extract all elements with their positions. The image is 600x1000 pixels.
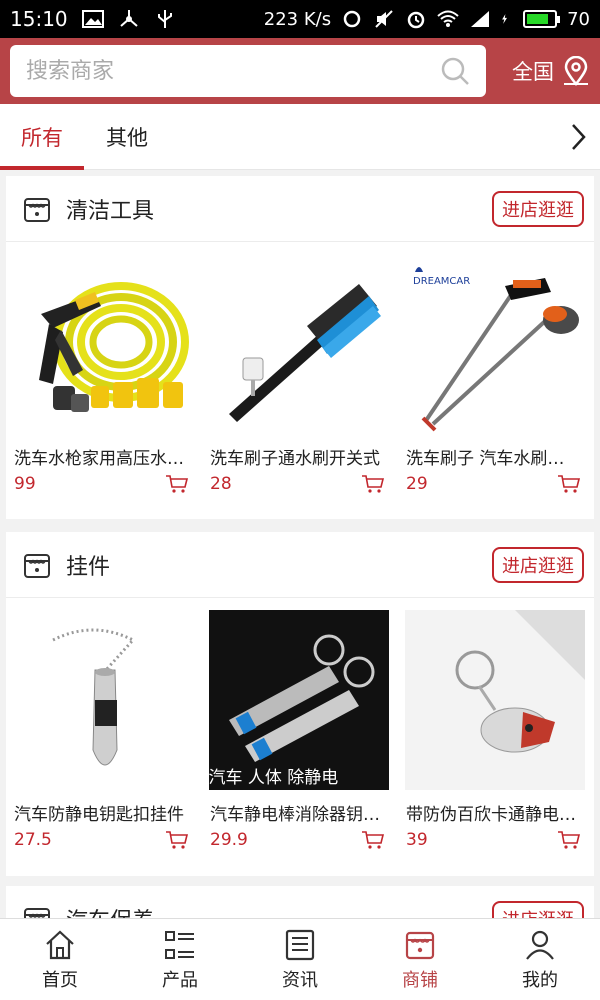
- shop-header[interactable]: 汽车保养 进店逛逛: [6, 886, 594, 918]
- tab-stores[interactable]: 商铺: [360, 919, 480, 1000]
- shop-name: 挂件: [66, 554, 111, 580]
- store-icon: [24, 907, 50, 918]
- product-price: 99: [14, 474, 36, 494]
- chevron-right-icon: [572, 123, 586, 150]
- product-image[interactable]: [13, 254, 193, 434]
- svg-text:DREAMCAR: DREAMCAR: [413, 276, 470, 287]
- product-price: 29.9: [210, 830, 248, 850]
- shop-name: 清洁工具: [66, 198, 155, 224]
- tab-label: 产品: [162, 969, 198, 991]
- network-speed: 223 K/s: [263, 8, 332, 30]
- wifi-icon: [437, 10, 459, 27]
- tabs-more-button[interactable]: [556, 104, 600, 170]
- product-card[interactable]: 汽车 人体 除静电 汽车静电棒消除器钥匙扣 29.9: [202, 598, 395, 851]
- search-header: 全国: [0, 38, 600, 104]
- bottom-tab-bar: 首页 产品 资讯 商铺 我的: [0, 918, 600, 1000]
- shop-name: 汽车保养: [66, 903, 154, 919]
- tab-label: 首页: [42, 969, 78, 991]
- signal-icon: [471, 11, 490, 27]
- product-row: 汽车防静电钥匙扣挂件 27.5 汽车 人体 除静电 汽车静电棒消除器钥匙扣 29…: [6, 598, 594, 851]
- tab-label: 资讯: [282, 969, 318, 991]
- cart-icon[interactable]: [557, 474, 581, 494]
- enter-shop-button[interactable]: 进店逛逛: [492, 900, 584, 918]
- usb-icon: [157, 10, 172, 28]
- category-tabs: 所有 其他: [0, 104, 600, 170]
- list-icon: [165, 930, 194, 959]
- share-icon: [119, 10, 138, 27]
- battery-icon: [523, 10, 561, 28]
- shop-card: 清洁工具 进店逛逛 洗车水枪家用高压水枪 99 洗车刷子通水刷开关式 28 DR…: [6, 176, 594, 519]
- product-price: 39: [406, 830, 428, 850]
- car-brush-image: [228, 284, 381, 422]
- product-card[interactable]: DREAMCAR 洗车刷子 汽车水刷伸缩 29: [398, 242, 591, 495]
- tab-label: 我的: [522, 969, 558, 991]
- enter-shop-button[interactable]: 进店逛逛: [492, 546, 584, 583]
- product-title: 洗车刷子通水刷开关式: [210, 449, 380, 469]
- enter-shop-button[interactable]: 进店逛逛: [492, 190, 584, 227]
- product-price: 29: [406, 474, 428, 494]
- shop-card: 挂件 进店逛逛 汽车防静电钥匙扣挂件 27.5 汽车 人体 除静电 汽车静电棒消…: [6, 532, 594, 876]
- hose-nozzle-image: [38, 282, 189, 412]
- home-icon: [46, 930, 74, 959]
- product-card[interactable]: 带防伪百欣卡通静电钥匙扣 39: [398, 598, 591, 851]
- antistatic-keychain-image: [51, 628, 135, 766]
- shop-header[interactable]: 清洁工具 进店逛逛: [6, 176, 594, 242]
- tab-label: 商铺: [402, 969, 438, 991]
- search-box[interactable]: [10, 45, 486, 97]
- store-icon: [405, 931, 435, 959]
- battery-level: 70: [567, 8, 590, 30]
- shop-header[interactable]: 挂件 进店逛逛: [6, 532, 594, 598]
- product-title: 洗车刷子 汽车水刷伸缩: [406, 449, 578, 469]
- cart-icon[interactable]: [165, 474, 189, 494]
- product-title: 汽车防静电钥匙扣挂件: [14, 805, 184, 825]
- cart-icon[interactable]: [361, 474, 385, 494]
- image-icon: [81, 10, 104, 28]
- tab-news[interactable]: 资讯: [240, 919, 360, 1000]
- product-image[interactable]: 汽车 人体 除静电: [208, 610, 389, 790]
- charging-icon: [502, 14, 508, 24]
- product-card[interactable]: 洗车刷子通水刷开关式 28: [202, 242, 395, 495]
- product-image[interactable]: [13, 610, 193, 790]
- mute-icon: [375, 10, 393, 28]
- cart-icon[interactable]: [557, 830, 581, 850]
- search-input[interactable]: [26, 58, 440, 84]
- cart-icon[interactable]: [165, 830, 189, 850]
- tab-products[interactable]: 产品: [120, 919, 240, 1000]
- tab-home[interactable]: 首页: [0, 919, 120, 1000]
- product-title: 汽车静电棒消除器钥匙扣: [210, 805, 382, 825]
- status-bar: 15:10 223 K/s 70: [0, 0, 600, 38]
- status-time: 15:10: [10, 7, 68, 31]
- product-card[interactable]: 洗车水枪家用高压水枪套装 99: [6, 242, 199, 495]
- store-icon: [24, 553, 50, 578]
- shop-card: 汽车保养 进店逛逛: [6, 886, 594, 918]
- alarm-icon: [407, 11, 425, 29]
- product-title: 带防伪百欣卡通静电钥匙扣: [406, 805, 578, 825]
- search-icon[interactable]: [440, 56, 470, 86]
- cart-icon[interactable]: [361, 830, 385, 850]
- tab-other[interactable]: 其他: [84, 104, 170, 170]
- cartoon-keychain-image: [455, 610, 585, 753]
- sync-icon: [343, 10, 361, 28]
- location-pin-icon: [564, 56, 588, 86]
- store-icon: [24, 197, 50, 222]
- tab-all[interactable]: 所有: [0, 104, 84, 170]
- news-icon: [285, 929, 315, 960]
- product-image[interactable]: DREAMCAR: [405, 254, 585, 434]
- product-price: 27.5: [14, 830, 52, 850]
- product-price: 28: [210, 474, 232, 494]
- product-image[interactable]: [209, 254, 389, 434]
- product-card[interactable]: 汽车防静电钥匙扣挂件 27.5: [6, 598, 199, 851]
- user-icon: [526, 930, 554, 960]
- region-label: 全国: [512, 60, 554, 84]
- shop-list: 清洁工具 进店逛逛 洗车水枪家用高压水枪 99 洗车刷子通水刷开关式 28 DR…: [0, 170, 600, 918]
- region-selector[interactable]: 全国: [512, 56, 590, 86]
- product-image-caption: 汽车 人体 除静电: [208, 768, 339, 788]
- product-title: 洗车水枪家用高压水枪套装: [14, 449, 186, 469]
- product-image[interactable]: [404, 610, 585, 790]
- telescopic-brush-image: DREAMCAR: [413, 267, 579, 432]
- product-row: 洗车水枪家用高压水枪套装 99 洗车刷子通: [6, 242, 594, 495]
- tab-mine[interactable]: 我的: [480, 919, 600, 1000]
